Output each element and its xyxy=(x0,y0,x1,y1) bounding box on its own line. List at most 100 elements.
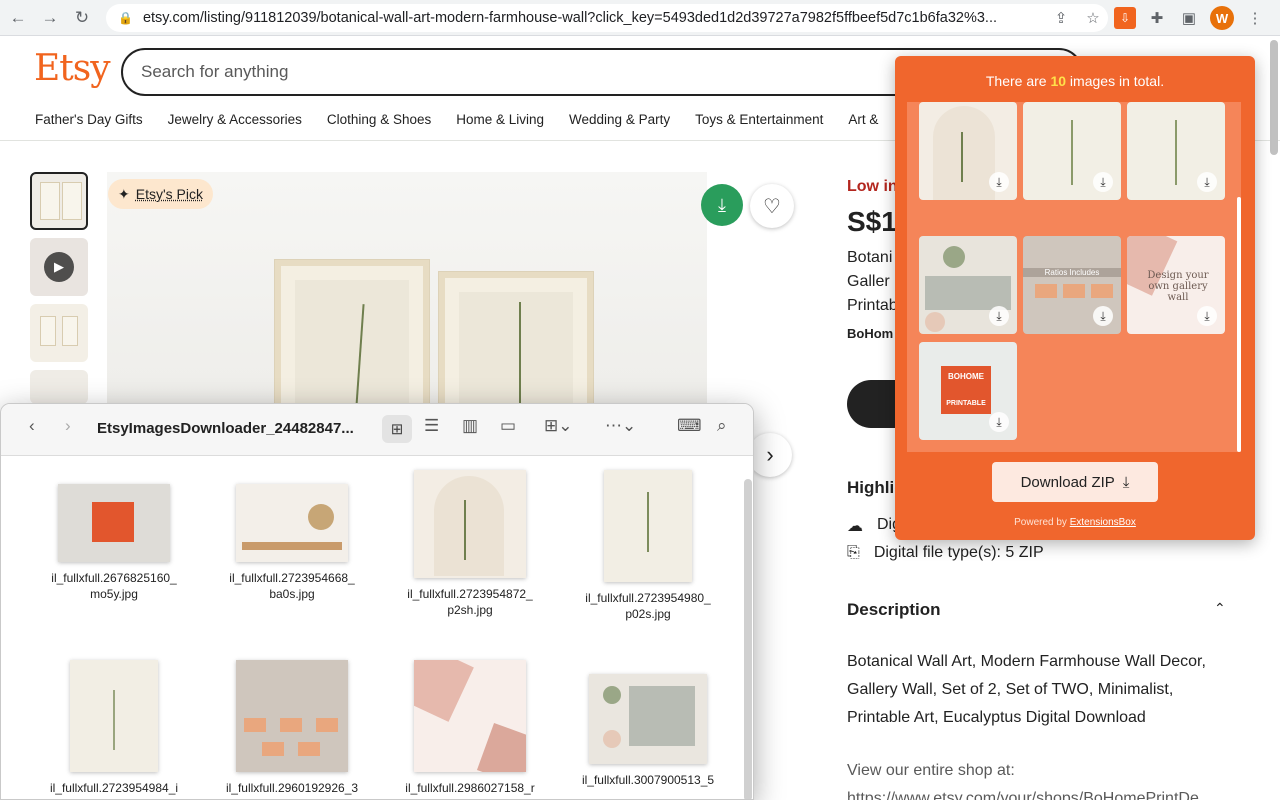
popup-title: There are 10 images in total. xyxy=(895,73,1255,89)
download-arrow-icon: ⤓ xyxy=(1122,473,1130,491)
file-name: il_fullxfull.3007900513_5 xyxy=(581,773,715,787)
thumbnail[interactable] xyxy=(30,304,88,362)
play-icon: ▶ xyxy=(44,252,74,282)
powered-by: Powered by ExtensionsBox xyxy=(895,517,1255,528)
terminal-icon[interactable]: ⌨ xyxy=(677,416,702,436)
download-icon[interactable]: ⤓ xyxy=(989,172,1009,192)
printable-text: PRINTABLE xyxy=(946,400,986,407)
column-view-icon[interactable]: ▥ xyxy=(462,416,478,436)
file-item[interactable]: il_fullxfull.2723954980_ p02s.jpg xyxy=(559,470,737,622)
thumbnail[interactable] xyxy=(30,370,88,404)
file-thumbnail xyxy=(236,484,348,562)
description-heading[interactable]: Description xyxy=(847,600,941,620)
file-item[interactable]: il_fullxfull.2723954668_ ba0s.jpg xyxy=(203,484,381,602)
shop-url-link[interactable]: https://www.etsy.com/your/shops/BoHomePr… xyxy=(847,790,1199,800)
download-icon[interactable]: ⤓ xyxy=(1093,306,1113,326)
gallery-view-icon[interactable]: ▭ xyxy=(500,416,516,436)
next-image-chevron-icon[interactable]: › xyxy=(748,433,792,477)
download-icon[interactable]: ⤓ xyxy=(1093,172,1113,192)
etsy-downloader-extension-icon[interactable]: ⇩ xyxy=(1114,7,1136,29)
thumbnail[interactable] xyxy=(30,172,88,230)
download-zip-label: Download ZIP xyxy=(1020,473,1115,491)
grid-image[interactable]: ⤓ xyxy=(919,236,1017,334)
sidebar-icon[interactable]: ▣ xyxy=(1178,7,1200,29)
category-art[interactable]: Art & xyxy=(848,112,878,127)
highlight-item: ⎘ Digital file type(s): 5 ZIP xyxy=(847,544,1044,562)
grid-scrollbar[interactable] xyxy=(1237,197,1241,452)
share-icon[interactable]: ⇪ xyxy=(1050,7,1072,29)
download-icon[interactable]: ⤓ xyxy=(1197,172,1217,192)
etsy-logo[interactable]: Etsy xyxy=(34,48,111,89)
file-item[interactable]: il_fullxfull.2676825160_ mo5y.jpg xyxy=(25,484,203,602)
search-icon[interactable]: ⌕ xyxy=(717,416,727,436)
list-view-icon[interactable]: ☰ xyxy=(424,416,439,436)
forward-chevron-icon[interactable]: › xyxy=(65,416,71,436)
reload-icon[interactable]: ↻ xyxy=(68,4,96,32)
category-home-living[interactable]: Home & Living xyxy=(456,112,544,127)
back-icon[interactable]: ← xyxy=(4,4,32,32)
menu-dots-icon[interactable]: ⋮ xyxy=(1244,7,1266,29)
file-name: il_fullxfull.2723954984_i xyxy=(49,781,179,795)
category-wedding[interactable]: Wedding & Party xyxy=(569,112,670,127)
category-fathers-day[interactable]: Father's Day Gifts xyxy=(35,112,143,127)
download-icon[interactable]: ⤓ xyxy=(1197,306,1217,326)
finder-scrollbar[interactable] xyxy=(744,479,752,799)
title-prefix: There are xyxy=(985,73,1051,89)
profile-avatar[interactable]: W xyxy=(1210,6,1234,30)
cloud-download-icon: ☁ xyxy=(847,518,863,535)
back-chevron-icon[interactable]: ‹ xyxy=(29,416,35,436)
extensionsbox-link[interactable]: ExtensionsBox xyxy=(1070,517,1136,528)
file-name: il_fullxfull.2723954872_ p2sh.jpg xyxy=(407,587,533,617)
grid-image[interactable]: ⤓ xyxy=(1023,102,1121,200)
file-name: il_fullxfull.2986027158_r xyxy=(405,781,535,795)
file-item[interactable]: il_fullxfull.2960192926_3 xyxy=(203,660,381,796)
download-zip-button[interactable]: Download ZIP ⤓ xyxy=(992,462,1158,502)
file-thumbnail xyxy=(604,470,692,582)
download-images-button[interactable]: ⤓ xyxy=(701,184,743,226)
finder-toolbar: ‹ › EtsyImagesDownloader_24482847... ⊞ ☰… xyxy=(1,404,753,456)
more-options-icon[interactable]: ⋯⌄ xyxy=(605,416,636,436)
favorite-heart-icon[interactable]: ♡ xyxy=(750,184,794,228)
video-thumbnail[interactable]: ▶ xyxy=(30,238,88,296)
grid-image[interactable]: ⤓ xyxy=(1127,102,1225,200)
shop-name-link[interactable]: BoHom xyxy=(847,326,893,341)
image-grid: ⤓ ⤓ ⤓ ⤓ Ratios Includes ⤓ Design your ow… xyxy=(907,102,1241,452)
bohome-text: BOHOME xyxy=(948,372,984,381)
image-downloader-popup: There are 10 images in total. ⤓ ⤓ ⤓ ⤓ Ra… xyxy=(895,56,1255,540)
icon-view-icon[interactable]: ⊞ xyxy=(382,415,412,443)
powered-prefix: Powered by xyxy=(1014,517,1070,528)
bookmark-star-icon[interactable]: ☆ xyxy=(1082,7,1104,29)
file-thumbnail xyxy=(589,674,707,764)
highlight-item: ☁ Dig xyxy=(847,516,901,536)
folder-title: EtsyImagesDownloader_24482847... xyxy=(97,420,354,437)
category-clothing[interactable]: Clothing & Shoes xyxy=(327,112,431,127)
file-item[interactable]: il_fullxfull.2723954984_i xyxy=(25,660,203,796)
grid-image[interactable]: BOHOME PRINTABLE ⤓ xyxy=(919,342,1017,440)
low-stock-label: Low in xyxy=(847,178,898,195)
forward-icon[interactable]: → xyxy=(36,4,64,32)
file-name: il_fullxfull.2676825160_ mo5y.jpg xyxy=(51,571,177,601)
image-count: 10 xyxy=(1050,73,1067,89)
sparkle-icon: ✦ xyxy=(118,185,130,202)
download-icon[interactable]: ⤓ xyxy=(989,412,1009,432)
grid-image[interactable]: ⤓ xyxy=(919,102,1017,200)
file-name: il_fullxfull.2960192926_3 xyxy=(225,781,359,795)
grid-image[interactable]: Design your own gallery wall ⤓ xyxy=(1127,236,1225,334)
ratios-text: Ratios Includes xyxy=(1023,268,1121,277)
address-bar[interactable]: 🔒 etsy.com/listing/911812039/botanical-w… xyxy=(106,4,1108,32)
file-thumbnail xyxy=(414,470,526,578)
category-toys[interactable]: Toys & Entertainment xyxy=(695,112,823,127)
file-item[interactable]: il_fullxfull.2723954872_ p2sh.jpg xyxy=(381,470,559,618)
group-by-icon[interactable]: ⊞⌄ xyxy=(544,416,573,436)
download-icon[interactable]: ⤓ xyxy=(989,306,1009,326)
file-item[interactable]: il_fullxfull.3007900513_5 xyxy=(559,674,737,788)
grid-image[interactable]: Ratios Includes ⤓ xyxy=(1023,236,1121,334)
etsys-pick-badge: ✦ Etsy's Pick xyxy=(108,179,213,209)
title-suffix: images in total. xyxy=(1066,73,1165,89)
file-thumbnail xyxy=(236,660,348,772)
chevron-up-icon[interactable]: ⌃ xyxy=(1214,600,1226,617)
page-scrollbar[interactable] xyxy=(1270,40,1278,155)
extensions-puzzle-icon[interactable]: ✚ xyxy=(1146,7,1168,29)
file-item[interactable]: il_fullxfull.2986027158_r xyxy=(381,660,559,796)
category-jewelry[interactable]: Jewelry & Accessories xyxy=(168,112,302,127)
